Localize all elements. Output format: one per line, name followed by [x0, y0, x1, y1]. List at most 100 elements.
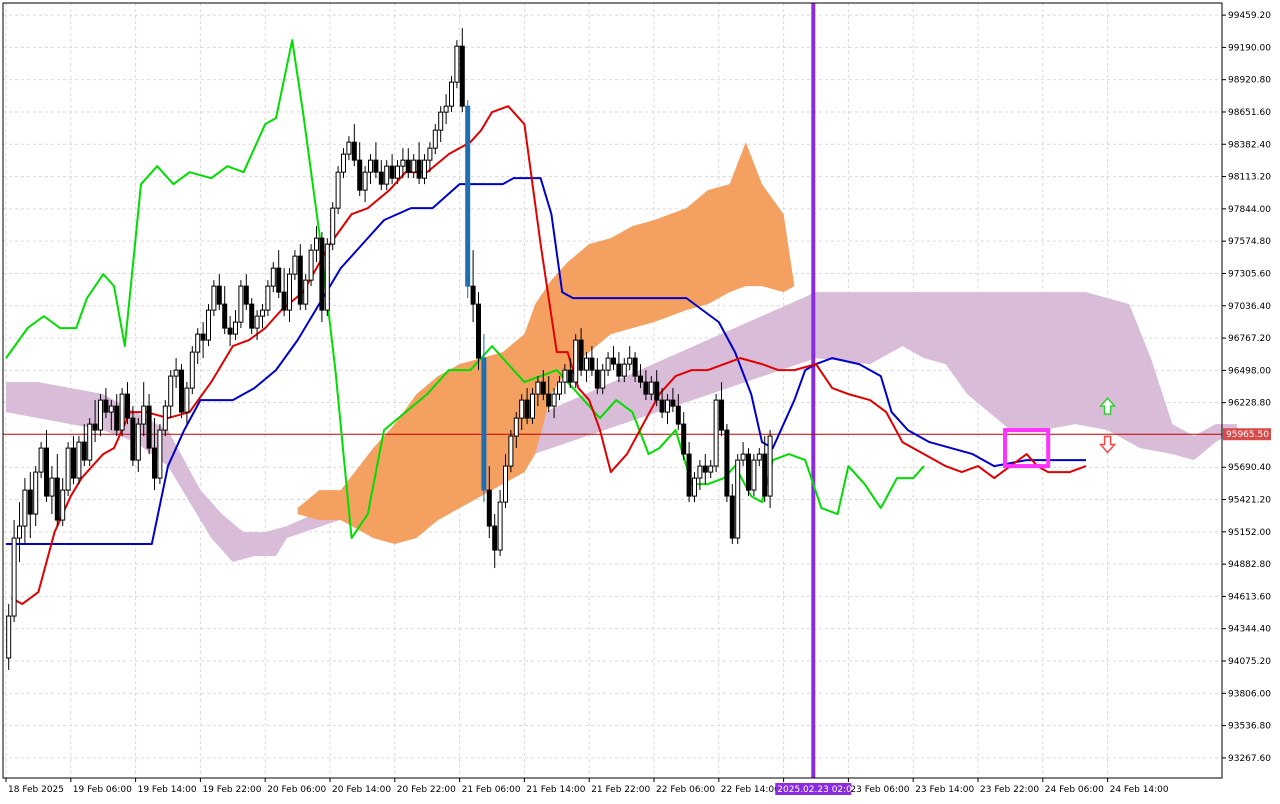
candle-body: [38, 447, 44, 473]
candle: [330, 202, 336, 251]
candle-body: [632, 357, 638, 377]
candle-body: [427, 147, 433, 161]
candle-body: [260, 309, 265, 317]
y-tick-label: 96498.00: [1228, 366, 1271, 376]
y-tick-label: 97574.80: [1228, 237, 1271, 247]
x-tick-label: 19 Feb 22:00: [202, 785, 261, 795]
candle-body: [422, 159, 427, 179]
candle-body: [292, 255, 298, 275]
y-tick-label: 99459.20: [1228, 11, 1271, 21]
candle: [713, 394, 719, 473]
y-tick-label: 98651.60: [1228, 108, 1271, 118]
candle-body: [605, 357, 611, 371]
candle-body: [351, 141, 357, 161]
candle-body: [324, 243, 330, 311]
candle-body: [432, 129, 438, 149]
candle: [751, 454, 757, 497]
candle-body: [373, 159, 379, 173]
candle-body: [276, 267, 282, 293]
candle-body: [195, 333, 201, 353]
y-tick-label: 98113.20: [1228, 173, 1271, 183]
candle-body: [378, 171, 384, 185]
candle-body: [708, 465, 714, 473]
x-tick-label: 23 Feb 06:00: [850, 785, 909, 795]
candle: [65, 442, 71, 497]
candle-body: [287, 273, 292, 311]
candle-body: [400, 159, 406, 167]
candle-body: [600, 369, 606, 389]
candle-body: [81, 441, 87, 461]
candle-body: [389, 165, 395, 179]
candle: [746, 448, 751, 497]
candle-body: [319, 237, 325, 311]
ichimoku-chart[interactable]: 99459.20 99190.00 98920.80 98651.60 98382.40…: [0, 0, 1280, 800]
vline-time-label: 2025.02.23 02:00: [777, 785, 858, 795]
candle-body: [659, 399, 665, 413]
candle-body: [65, 447, 71, 491]
candle-body: [486, 489, 492, 527]
candle-body: [335, 171, 341, 209]
candle-body: [6, 615, 12, 659]
candle-body: [557, 381, 562, 395]
candle-body: [162, 405, 168, 431]
candle-body: [411, 159, 417, 173]
candle-body: [535, 381, 541, 395]
candle-body: [125, 393, 130, 419]
candle-body: [108, 405, 114, 413]
candle: [508, 430, 514, 473]
candle-body: [508, 435, 514, 467]
candle-body: [670, 399, 676, 407]
y-tick-label: 97036.40: [1228, 302, 1271, 312]
candle-body: [503, 465, 508, 503]
candle-body: [481, 357, 487, 491]
candle-body: [395, 165, 400, 179]
y-tick-label: 94882.80: [1228, 560, 1271, 570]
candle-body: [189, 351, 195, 389]
candle-body: [459, 45, 465, 107]
y-tick-label: 95690.40: [1228, 463, 1271, 473]
x-tick-label: 18 Feb 2025: [8, 785, 64, 795]
candle-body: [297, 255, 303, 305]
candle-body: [665, 399, 670, 413]
candle-body: [470, 285, 476, 305]
candle-body: [519, 399, 525, 419]
candle-body: [611, 357, 616, 365]
candle: [476, 292, 481, 371]
x-tick-label: 24 Feb 14:00: [1110, 785, 1169, 795]
candle: [87, 418, 93, 467]
candle-body: [729, 495, 735, 539]
x-tick-label: 20 Feb 14:00: [332, 785, 391, 795]
y-tick-label: 96767.20: [1228, 334, 1271, 344]
candle-body: [346, 141, 352, 155]
candle-body: [675, 405, 681, 425]
candle-body: [740, 453, 746, 461]
y-tick-label: 94075.20: [1228, 657, 1271, 667]
candle-body: [643, 381, 649, 395]
candle-body: [216, 285, 222, 305]
x-tick-label: 19 Feb 06:00: [73, 785, 132, 795]
candle-body: [449, 81, 454, 107]
candle-body: [594, 369, 600, 389]
y-tick-label: 96228.80: [1228, 399, 1271, 409]
candle-body: [130, 417, 136, 461]
candle: [189, 346, 195, 395]
x-tick-label: 21 Feb 14:00: [526, 785, 585, 795]
candle: [119, 388, 125, 437]
candle-body: [227, 327, 233, 335]
chart-canvas[interactable]: 99459.20 99190.00 98920.80 98651.60 98382.40…: [0, 0, 1280, 800]
candle-body: [713, 399, 719, 467]
candle: [76, 436, 82, 485]
candle-body: [54, 477, 60, 521]
candle-body: [616, 363, 622, 377]
candle-body: [249, 303, 255, 329]
candle-body: [243, 285, 249, 305]
candle-body: [746, 453, 751, 491]
candle-body: [762, 453, 768, 497]
candle-body: [222, 303, 228, 329]
candle-body: [584, 357, 589, 371]
candle-body: [270, 267, 276, 287]
candle-body: [697, 465, 703, 479]
candle-body: [681, 423, 687, 455]
candle-body: [368, 159, 373, 173]
candle: [98, 394, 103, 437]
